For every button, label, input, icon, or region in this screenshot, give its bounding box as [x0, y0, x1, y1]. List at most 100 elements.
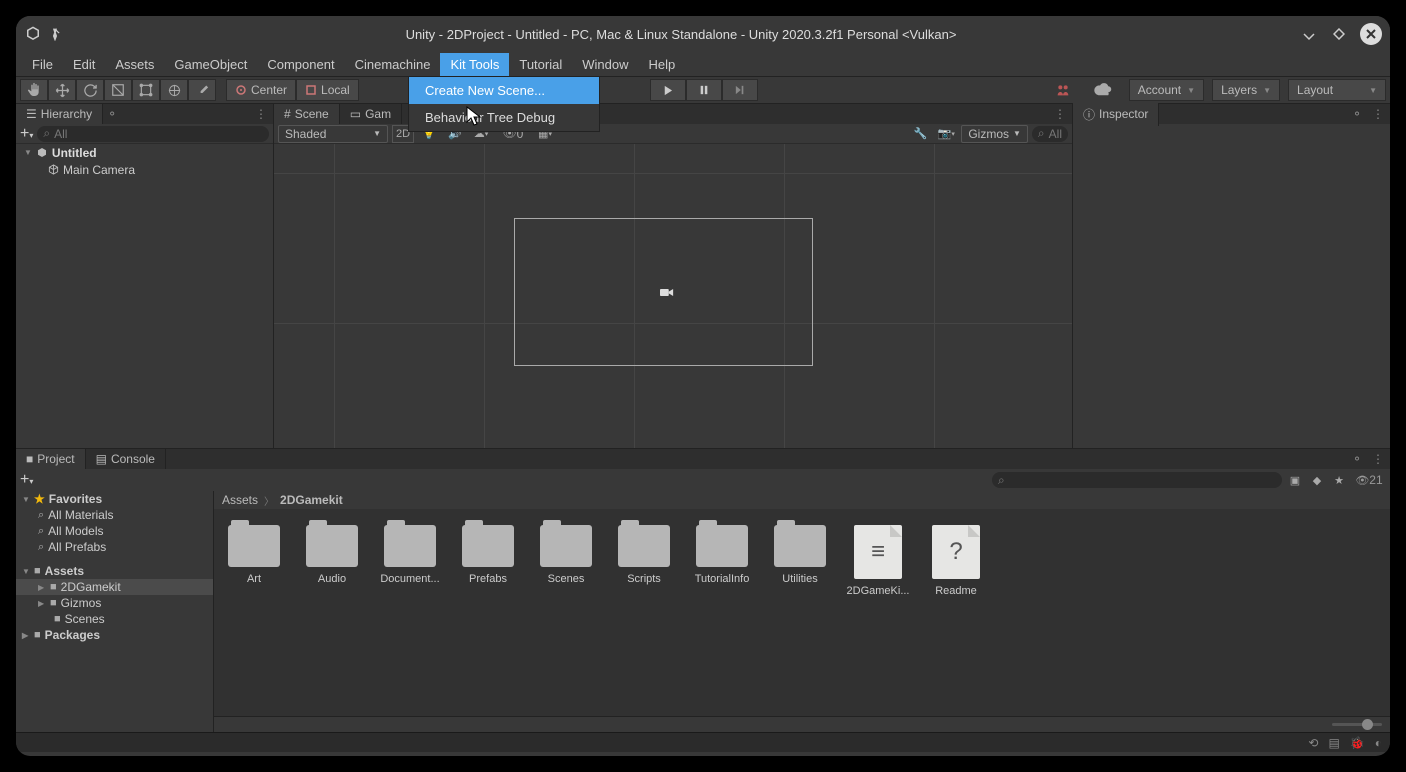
scene-menu-icon[interactable]: ⋮ — [1048, 107, 1072, 121]
asset-item[interactable]: TutorialInfo — [690, 525, 754, 597]
favorite-all-models[interactable]: ⌕All Models — [16, 523, 213, 539]
file-icon: ≡ — [854, 525, 902, 579]
maximize-button[interactable] — [1330, 25, 1348, 43]
asset-item[interactable]: Document... — [378, 525, 442, 597]
transform-tool[interactable] — [160, 79, 188, 101]
inspector-tab[interactable]: ⓘInspector — [1073, 103, 1159, 126]
hierarchy-item-main-camera[interactable]: Main Camera — [16, 161, 273, 178]
scene-panel: #Scene ▭Gam ⋮ Shaded▼ 2D 💡 🔊 ☁▾ 👁0 ▦▾ 🔧 … — [274, 104, 1072, 448]
hand-tool[interactable] — [20, 79, 48, 101]
console-tab[interactable]: ▤Console — [86, 449, 166, 469]
tree-folder-gizmos[interactable]: ▶■Gizmos — [16, 595, 213, 611]
menu-assets[interactable]: Assets — [105, 53, 164, 76]
menu-window[interactable]: Window — [572, 53, 638, 76]
pivot-rotation-button[interactable]: Local — [296, 79, 359, 101]
game-tab[interactable]: ▭Gam — [340, 104, 402, 124]
status-debug-icon[interactable]: 🐞 — [1350, 736, 1365, 750]
favorites-header[interactable]: ▼★Favorites — [16, 491, 213, 507]
pin-icon[interactable] — [48, 27, 62, 41]
menu-help[interactable]: Help — [638, 53, 685, 76]
scene-tools-icon[interactable]: 🔧 — [909, 125, 931, 143]
cloud-icon[interactable] — [1089, 79, 1117, 101]
menu-kit-tools[interactable]: Kit Tools — [440, 53, 509, 76]
asset-item[interactable]: Scenes — [534, 525, 598, 597]
rect-tool[interactable] — [132, 79, 160, 101]
project-breadcrumb: Assets 〉 2DGamekit — [214, 491, 1390, 509]
close-button[interactable] — [1360, 23, 1382, 45]
project-search[interactable]: ⌕ — [992, 472, 1282, 488]
status-activity-icon[interactable]: ◐ — [1375, 736, 1382, 750]
move-tool[interactable] — [48, 79, 76, 101]
asset-item[interactable]: Art — [222, 525, 286, 597]
scene-grid-icon: # — [284, 107, 291, 121]
layout-dropdown[interactable]: Layout▼ — [1288, 79, 1386, 101]
folder-icon — [618, 525, 670, 567]
scene-tab[interactable]: #Scene — [274, 104, 340, 124]
project-tab[interactable]: ■Project — [16, 449, 86, 469]
rotate-tool[interactable] — [76, 79, 104, 101]
search-by-label-icon[interactable]: ◆ — [1308, 471, 1326, 489]
step-button[interactable] — [722, 79, 758, 101]
asset-label: Art — [222, 573, 286, 585]
pause-button[interactable] — [686, 79, 722, 101]
scene-viewport[interactable] — [274, 144, 1072, 448]
asset-label: Document... — [378, 573, 442, 585]
status-cache-icon[interactable]: ▤ — [1328, 736, 1339, 750]
menu-component[interactable]: Component — [257, 53, 344, 76]
breadcrumb-2dgamekit[interactable]: 2DGamekit — [280, 493, 343, 507]
hierarchy-lock-icon[interactable]: ⚬ — [103, 107, 121, 121]
dropdown-behaviour-tree-debug[interactable]: Behaviour Tree Debug — [409, 104, 599, 131]
project-menu-icon[interactable]: ⋮ — [1366, 452, 1390, 466]
packages-header[interactable]: ▶■Packages — [16, 627, 213, 643]
play-button[interactable] — [650, 79, 686, 101]
project-add-button[interactable]: +▾ — [20, 471, 33, 489]
inspector-menu-icon[interactable]: ⋮ — [1366, 107, 1390, 121]
grid-size-slider[interactable] — [214, 716, 1390, 732]
pivot-mode-button[interactable]: Center — [226, 79, 296, 101]
menu-cinemachine[interactable]: Cinemachine — [345, 53, 441, 76]
status-autorefresh-icon[interactable]: ⟲ — [1308, 736, 1318, 750]
layers-dropdown[interactable]: Layers▼ — [1212, 79, 1280, 101]
assets-header[interactable]: ▼■Assets — [16, 563, 213, 579]
search-icon: ⌕ — [1038, 126, 1045, 141]
menu-edit[interactable]: Edit — [63, 53, 105, 76]
custom-tools[interactable] — [188, 79, 216, 101]
minimize-button[interactable] — [1300, 25, 1318, 43]
project-lock-icon[interactable]: ⚬ — [1348, 452, 1366, 466]
collab-icon[interactable] — [1049, 79, 1077, 101]
statusbar: ⟲ ▤ 🐞 ◐ — [16, 732, 1390, 752]
hierarchy-scene-root[interactable]: ▼Untitled — [16, 144, 273, 161]
camera-gizmo-icon[interactable] — [660, 287, 671, 298]
favorite-all-materials[interactable]: ⌕All Materials — [16, 507, 213, 523]
hierarchy-search[interactable]: ⌕All — [37, 126, 269, 142]
scale-tool[interactable] — [104, 79, 132, 101]
inspector-lock-icon[interactable]: ⚬ — [1348, 107, 1366, 121]
save-search-icon[interactable]: ★ — [1330, 471, 1348, 489]
account-dropdown[interactable]: Account▼ — [1129, 79, 1204, 101]
asset-item[interactable]: ?Readme — [924, 525, 988, 597]
asset-item[interactable]: ≡2DGameKi... — [846, 525, 910, 597]
breadcrumb-assets[interactable]: Assets — [222, 493, 258, 507]
gizmos-dropdown[interactable]: Gizmos▼ — [961, 125, 1028, 143]
menu-file[interactable]: File — [22, 53, 63, 76]
asset-label: TutorialInfo — [690, 573, 754, 585]
tree-folder-scenes[interactable]: ■Scenes — [16, 611, 213, 627]
asset-item[interactable]: Utilities — [768, 525, 832, 597]
asset-item[interactable]: Audio — [300, 525, 364, 597]
hidden-packages-toggle[interactable]: 👁21 — [1352, 471, 1386, 489]
folder-icon — [228, 525, 280, 567]
menu-gameobject[interactable]: GameObject — [164, 53, 257, 76]
asset-item[interactable]: Scripts — [612, 525, 676, 597]
hierarchy-menu-icon[interactable]: ⋮ — [249, 107, 273, 121]
menu-tutorial[interactable]: Tutorial — [509, 53, 572, 76]
dropdown-create-new-scene[interactable]: Create New Scene... — [409, 77, 599, 104]
search-by-type-icon[interactable]: ▣ — [1286, 471, 1304, 489]
hierarchy-tab[interactable]: ☰Hierarchy — [16, 104, 103, 124]
hierarchy-add-button[interactable]: +▾ — [20, 125, 33, 143]
tree-folder-2dgamekit[interactable]: ▶■2DGamekit — [16, 579, 213, 595]
shading-mode-dropdown[interactable]: Shaded▼ — [278, 125, 388, 143]
asset-item[interactable]: Prefabs — [456, 525, 520, 597]
scene-camera-icon[interactable]: 📷▾ — [935, 125, 957, 143]
favorite-all-prefabs[interactable]: ⌕All Prefabs — [16, 539, 213, 555]
scene-search[interactable]: ⌕All — [1032, 126, 1068, 142]
